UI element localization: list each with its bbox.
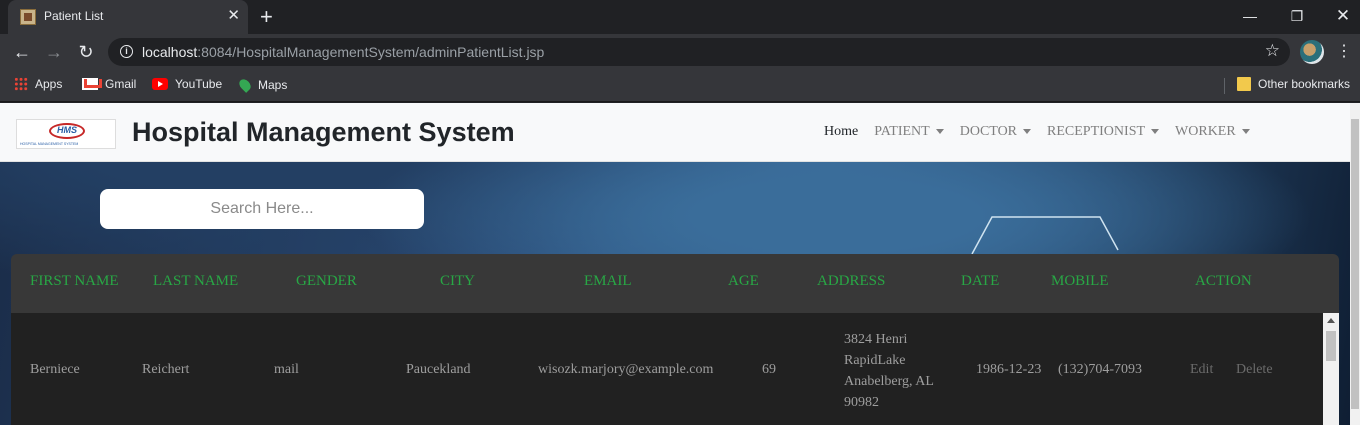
- cell-first-name: Berniece: [30, 362, 80, 377]
- minimize-icon[interactable]: —: [1238, 4, 1262, 28]
- url-text[interactable]: localhost:8084/HospitalManagementSystem/…: [142, 44, 544, 60]
- site-navbar: HMS HOSPITAL MANAGEMENT SYSTEM Hospital …: [0, 103, 1350, 162]
- scroll-up-icon[interactable]: [1327, 318, 1335, 323]
- col-last-name[interactable]: LAST NAME: [153, 273, 238, 290]
- edit-link[interactable]: Edit: [1190, 362, 1213, 378]
- col-date[interactable]: DATE: [961, 273, 999, 290]
- col-address[interactable]: ADDRESS: [817, 273, 885, 290]
- col-action: ACTION: [1195, 273, 1252, 289]
- cell-date: 1986-12-23: [976, 362, 1042, 377]
- bookmark-gmail[interactable]: Gmail: [82, 77, 136, 91]
- youtube-icon: [152, 78, 168, 90]
- logo-subtitle: HOSPITAL MANAGEMENT SYSTEM: [20, 142, 79, 146]
- col-age[interactable]: AGE: [728, 273, 759, 290]
- bookmark-maps[interactable]: Maps: [237, 77, 287, 93]
- dropdown-caret-icon: [1151, 129, 1160, 135]
- cell-email: wisozk.marjory@example.com: [538, 362, 714, 377]
- table-scrollbar[interactable]: [1323, 313, 1339, 425]
- col-first-name[interactable]: FIRST NAME: [30, 273, 119, 290]
- logo-text: HMS: [57, 125, 77, 135]
- folder-icon: [1237, 77, 1251, 91]
- browser-menu-icon[interactable]: ⋮: [1336, 40, 1352, 64]
- back-icon[interactable]: ←: [10, 40, 34, 64]
- col-email[interactable]: EMAIL: [584, 273, 632, 290]
- close-tab-icon[interactable]: ✕: [227, 7, 240, 25]
- dropdown-caret-icon: [1241, 129, 1250, 135]
- page-scroll-thumb[interactable]: [1351, 119, 1359, 409]
- bookmarks-divider: [1224, 78, 1225, 94]
- table-row: Berniece Reichert mail Paucekland wisozk…: [11, 313, 1323, 425]
- site-title[interactable]: Hospital Management System: [132, 117, 515, 148]
- cell-gender: mail: [274, 362, 299, 377]
- nav-worker[interactable]: WORKER: [1175, 124, 1250, 140]
- bookmarks-bar: Apps Gmail YouTube Maps Other bookmarks: [0, 70, 1360, 102]
- window-close-icon[interactable]: ✕: [1331, 4, 1355, 28]
- patient-table: FIRST NAME LAST NAME GENDER CITY EMAIL A…: [11, 254, 1339, 425]
- browser-tabbar: Patient List ✕ + — ❐ ✕: [0, 0, 1360, 34]
- gmail-icon: [82, 78, 98, 90]
- nav-doctor[interactable]: DOCTOR: [960, 124, 1032, 140]
- bookmark-other[interactable]: Other bookmarks: [1237, 77, 1350, 91]
- maps-pin-icon: [237, 77, 253, 93]
- nav-receptionist[interactable]: RECEPTIONIST: [1047, 124, 1160, 140]
- favicon-icon: [20, 9, 36, 25]
- bookmark-apps[interactable]: Apps: [14, 77, 62, 91]
- profile-avatar[interactable]: [1300, 40, 1324, 64]
- cell-address: 3824 Henri RapidLake Anabelberg, AL 9098…: [844, 332, 934, 410]
- page-scrollbar[interactable]: [1350, 103, 1360, 425]
- tab-title: Patient List: [44, 9, 104, 23]
- dropdown-caret-icon: [935, 129, 944, 135]
- decorative-hexagon: [971, 216, 1119, 255]
- nav-home[interactable]: Home: [824, 124, 858, 140]
- new-tab-icon[interactable]: +: [260, 5, 273, 29]
- address-bar[interactable]: i localhost:8084/HospitalManagementSyste…: [108, 38, 1290, 66]
- scroll-thumb[interactable]: [1326, 331, 1336, 361]
- table-header: FIRST NAME LAST NAME GENDER CITY EMAIL A…: [11, 254, 1339, 313]
- apps-grid-icon: [14, 77, 28, 91]
- cell-last-name: Reichert: [142, 362, 190, 377]
- site-logo[interactable]: HMS HOSPITAL MANAGEMENT SYSTEM: [16, 119, 116, 149]
- main-nav: Home PATIENT DOCTOR RECEPTIONIST WORKER: [824, 124, 1266, 140]
- site-info-icon[interactable]: i: [120, 45, 133, 58]
- bookmark-youtube[interactable]: YouTube: [152, 77, 222, 91]
- browser-tab[interactable]: Patient List ✕: [8, 0, 248, 34]
- search-input[interactable]: [100, 189, 424, 229]
- forward-icon[interactable]: →: [42, 40, 66, 64]
- cell-city: Paucekland: [406, 362, 471, 377]
- col-city[interactable]: CITY: [440, 273, 475, 290]
- cell-age: 69: [762, 362, 776, 377]
- bookmark-star-icon[interactable]: ☆: [1265, 41, 1280, 61]
- dropdown-caret-icon: [1023, 129, 1032, 135]
- reload-icon[interactable]: ↻: [74, 40, 98, 64]
- browser-toolbar: ← → ↻ i localhost:8084/HospitalManagemen…: [0, 34, 1360, 70]
- col-mobile[interactable]: MOBILE: [1051, 273, 1109, 290]
- delete-link[interactable]: Delete: [1236, 362, 1273, 378]
- nav-patient[interactable]: PATIENT: [874, 124, 944, 140]
- col-gender[interactable]: GENDER: [296, 273, 357, 290]
- restore-icon[interactable]: ❐: [1285, 4, 1309, 28]
- cell-mobile: (132)704-7093: [1058, 362, 1142, 377]
- page-content: HMS HOSPITAL MANAGEMENT SYSTEM Hospital …: [0, 103, 1350, 425]
